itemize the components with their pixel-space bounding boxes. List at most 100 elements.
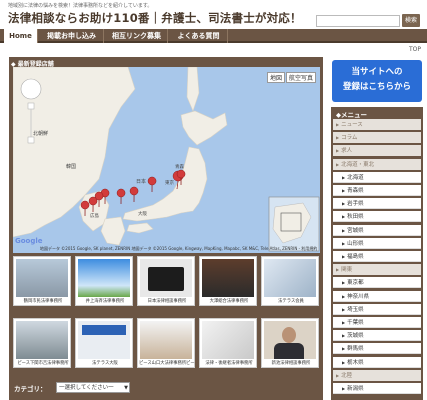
menu-item-label: 新潟県 [347,386,364,392]
google-logo: Google [15,237,43,245]
office-tile[interactable]: ピース下関市吉法律事務所 [13,318,71,368]
map-type-button[interactable]: 地図 [267,72,285,83]
menu-item[interactable]: ▶ 栃木県 [333,356,421,368]
menu-item[interactable]: ▶ 北海道 [333,171,421,183]
office-tile[interactable]: ピース山口大法律事務所ピース弁護士法 [137,318,195,368]
menu-item[interactable]: ▶ 神奈川県 [333,290,421,302]
menu-item-label: 神奈川県 [347,293,370,300]
office-tile[interactable]: 鶴岡市民法律事務所 [13,256,71,306]
office-tile[interactable]: 日本法律相談事務所 [137,256,195,306]
menu-item-label: 栃木県 [347,359,364,366]
office-caption[interactable]: 鶴岡市民法律事務所 [15,298,71,304]
arrow-right-icon: ▶ [342,240,346,246]
office-tile[interactable]: 法テラス会員 [261,256,319,306]
office-caption[interactable]: ピース下関市吉法律事務所 [15,360,71,366]
category-select-value: 一選択してください一 [59,385,114,391]
handshake-photo [264,259,316,297]
sign-photo [78,321,130,359]
office-caption[interactable]: 日本法律相談事務所 [139,298,195,304]
satellite-type-button[interactable]: 航空写真 [286,72,316,83]
menu-item[interactable]: ▶ 北海道・東北 [333,158,421,170]
arrow-right-icon: ▶ [342,293,346,299]
arrow-right-icon: ▶ [342,254,346,259]
map-view[interactable] [13,67,320,253]
menu-item[interactable]: ▶ 山形県 [333,237,421,249]
search-button[interactable]: 検索 [402,14,420,27]
office-caption[interactable]: 井上海斉法律事務所 [77,298,133,304]
register-cta-button[interactable]: 当サイトへの 登録はこちらから [332,60,422,102]
menu-item[interactable]: ▶ 茨城県 [333,330,421,342]
arrow-right-icon: ▶ [342,188,346,193]
nav-faq[interactable]: よくある質問 [170,29,228,43]
menu-item[interactable]: ▶ 福島県 [333,251,421,262]
menu-item-label: 福島県 [347,254,364,260]
arrow-right-icon: ▶ [342,306,346,312]
map-label: 大阪 [138,212,147,217]
menu-item-label: 関東 [341,267,353,274]
office-tile[interactable]: 新池法律相談事務所 [261,318,319,368]
map-label: 日本 [136,179,147,185]
category-select[interactable]: 一選択してください一 ▼ [56,382,130,393]
nav-home[interactable]: Home [4,29,38,43]
menu-item-label: ニュース [341,122,363,128]
office-caption[interactable]: 法テラス会員 [263,298,319,304]
office-caption[interactable]: 法テラス大阪 [77,360,133,366]
top-link[interactable]: TOP [409,46,421,53]
menu-item[interactable]: ▶ 新潟県 [333,383,421,394]
menu-item[interactable]: ▶ 秋田県 [333,211,421,223]
office-caption[interactable]: 新池法律相談事務所 [263,360,319,366]
menu-item[interactable]: ▶ 宮城県 [333,224,421,236]
menu-item[interactable]: ▶ 関東 [333,264,421,276]
office-caption[interactable]: ピース山口大法律事務所ピース弁護士法 [139,360,195,366]
site-title[interactable]: 法律相談ならお助け110番｜弁護士、司法書士が対応！ [8,10,302,26]
arrow-right-icon: ▶ [336,372,340,378]
menu-item-label: 岩手県 [347,201,364,208]
arrow-right-icon: ▶ [342,333,346,339]
menu-heading-text: メニュー [341,111,367,119]
office-tile[interactable]: 法テラス大阪 [75,318,133,368]
group-photo [202,259,254,297]
arrow-right-icon: ▶ [342,227,346,233]
office-tile[interactable]: 大澤総合法律事務所 [199,256,257,306]
menu-item[interactable]: ▶ 北陸 [333,369,421,381]
nav-apply[interactable]: 掲載お申し込み [40,29,104,43]
arrow-right-icon: ▶ [336,161,340,167]
arrow-right-icon: ▶ [336,135,340,141]
menu-item[interactable]: ▶ 岩手県 [333,198,421,210]
office-caption[interactable]: 法律・後継者法律事務所 [201,360,257,366]
main-nav: Home 掲載お申し込み 相互リンク募集 よくある質問 [0,29,427,43]
menu-item-label: 北海道・東北 [341,161,375,168]
arrow-right-icon: ▶ [342,359,346,365]
menu-item[interactable]: ▶ コラム [333,132,421,144]
menu-item-label: 青森県 [347,188,364,194]
map-label: 広島 [90,214,99,219]
nav-link-exchange[interactable]: 相互リンク募集 [106,29,168,43]
menu-item-label: 東京都 [347,280,364,287]
map-label: 北朝鮮 [33,131,49,137]
cta-line-1: 当サイトへの [351,67,403,77]
menu-heading: ◆メニュー [336,111,367,119]
menu-item[interactable]: ▶ 群馬県 [333,343,421,355]
menu-item-label: 北海道 [347,174,364,181]
search-input[interactable] [316,15,400,27]
office-tile[interactable]: 法律・後継者法律事務所 [199,318,257,368]
office-caption[interactable]: 大澤総合法律事務所 [201,298,257,304]
menu-item[interactable]: ▶ 千葉県 [333,317,421,328]
map-attribution[interactable]: 地図データ ©2015 Google, SK planet, ZENRIN 地図… [40,246,317,252]
office-tile[interactable]: 井上海斉法律事務所 [75,256,133,306]
hands-photo [202,321,254,359]
arrow-right-icon: ▶ [342,320,346,325]
arrow-right-icon: ▶ [342,346,346,352]
menu-item-label: 北陸 [341,372,353,379]
map-label: 青森 [175,165,184,170]
menu-item[interactable]: ▶ 求人 [333,145,421,157]
menu-item[interactable]: ▶ 埼玉県 [333,303,421,315]
menu-item[interactable]: ▶ 青森県 [333,185,421,196]
chevron-down-icon: ▼ [124,385,128,391]
menu-item[interactable]: ▶ 東京都 [333,277,421,289]
menu-item-label: 秋田県 [347,214,364,221]
sky-photo [78,259,130,297]
menu-item-label: 山形県 [347,240,364,247]
menu-item[interactable]: ▶ ニュース [333,119,421,130]
map-label: 韓国 [66,164,77,170]
